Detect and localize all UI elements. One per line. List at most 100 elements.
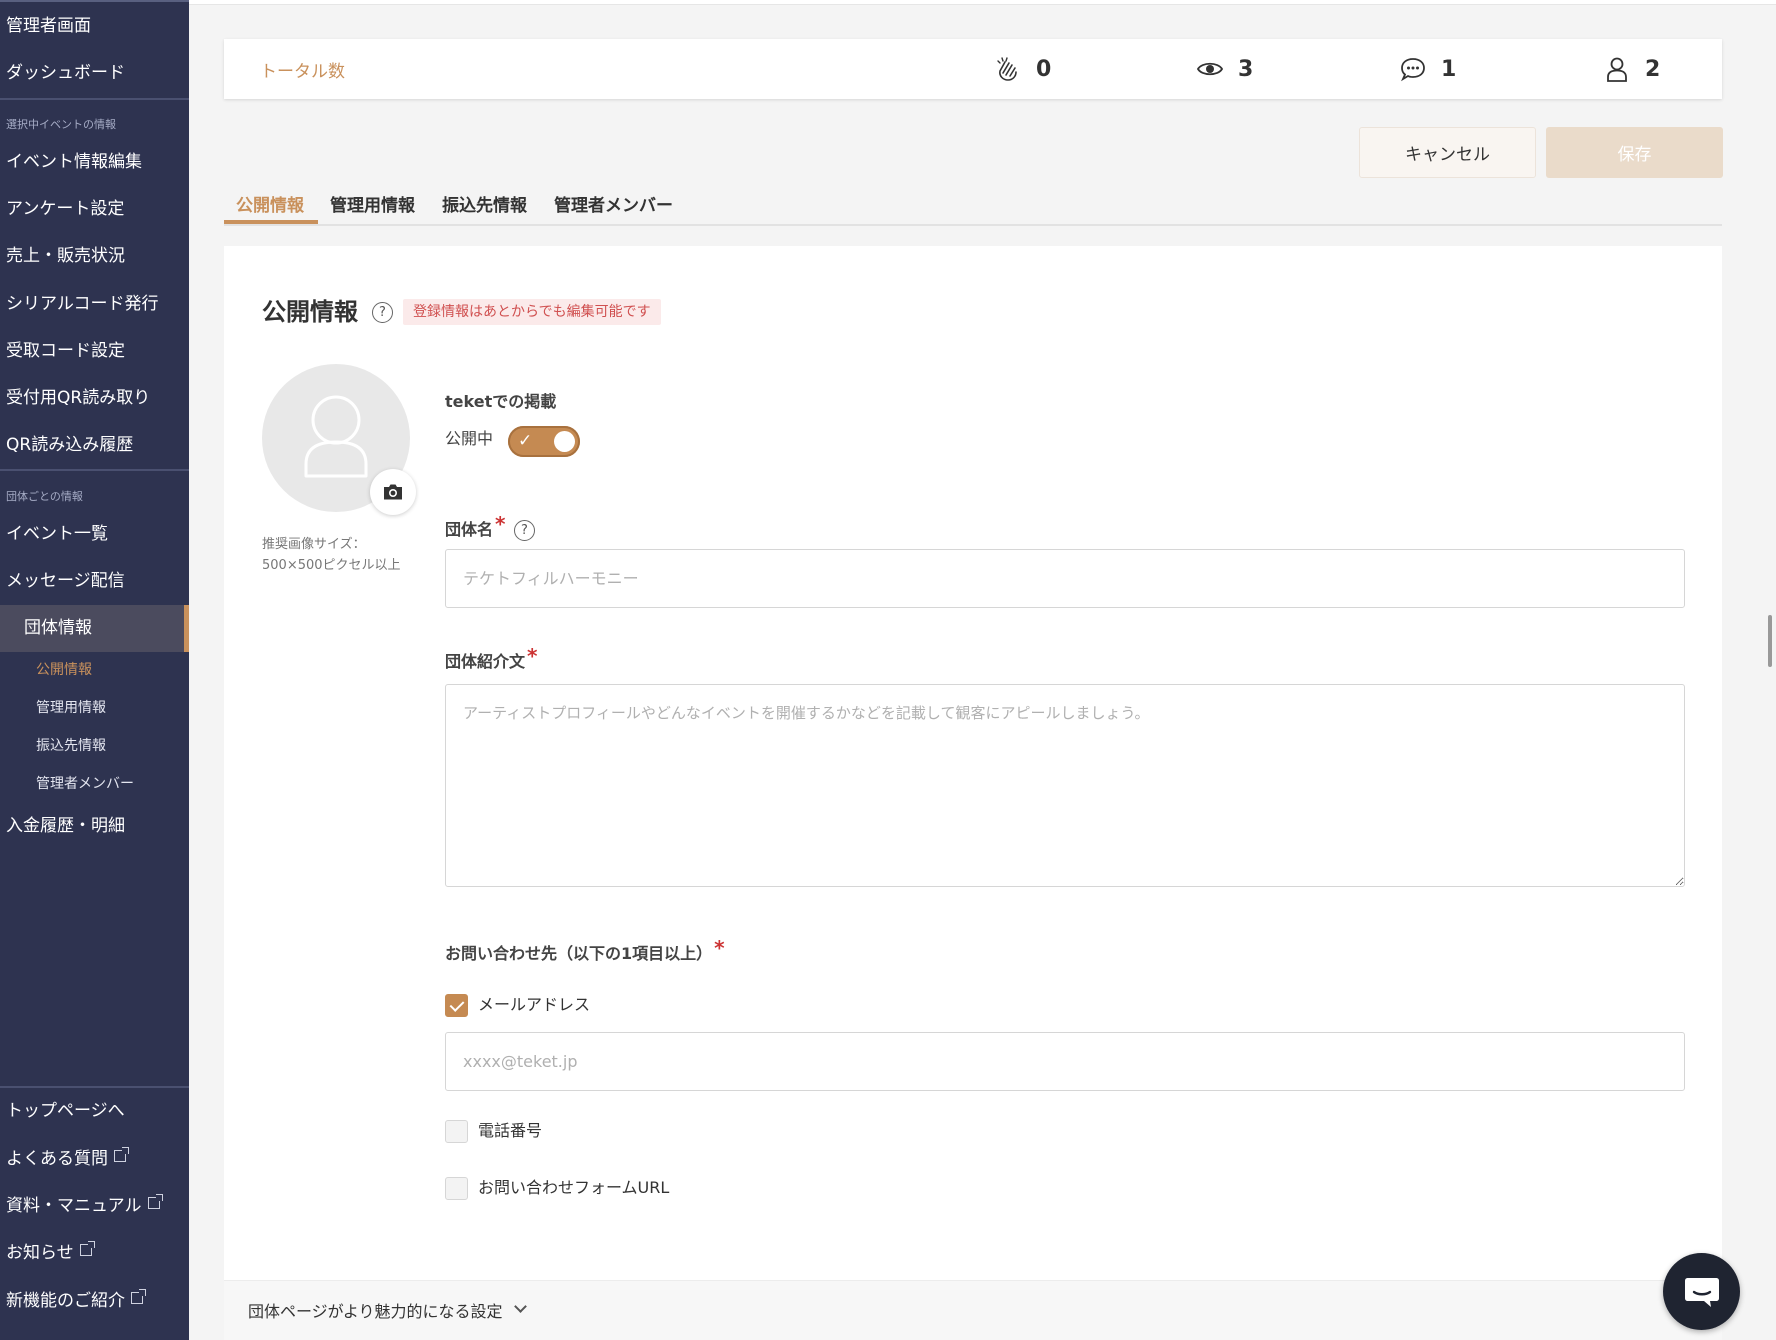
stat-value: 2	[1645, 56, 1661, 82]
section-title: 公開情報	[262, 298, 358, 326]
image-size-note: 推奨画像サイズ： 500×500ピクセル以上	[262, 534, 401, 576]
sidebar-divider	[0, 469, 189, 471]
sidebar-item-label: よくある質問	[6, 1149, 108, 1169]
chat-bubble-icon	[1401, 58, 1425, 82]
external-link-icon	[131, 1289, 146, 1304]
intro-label: 団体紹介文 *	[445, 645, 537, 673]
sidebar-item-payments[interactable]: 入金履歴・明細	[0, 814, 189, 838]
sidebar-top-line	[0, 0, 189, 2]
camera-icon	[384, 484, 402, 500]
attractive-settings-accordion[interactable]: 団体ページがより魅力的になる設定	[224, 1280, 1722, 1340]
sidebar-divider	[0, 1086, 189, 1088]
sidebar-item-org-info[interactable]: 団体情報	[0, 605, 189, 652]
eye-icon	[1196, 62, 1224, 76]
toggle-knob	[554, 431, 575, 452]
phone-checkbox[interactable]	[445, 1120, 468, 1143]
stat-value: 1	[1441, 56, 1457, 82]
org-name-label-text: 団体名	[445, 520, 494, 539]
external-link-icon	[114, 1147, 129, 1162]
public-info-form: 公開情報 ? 登録情報はあとからでも編集可能です 推奨画像サイズ： 500×50…	[224, 246, 1722, 1340]
sidebar-item-qr-history[interactable]: QR読み込み履歴	[0, 433, 189, 457]
listing-label: teketでの掲載	[445, 392, 557, 411]
sidebar-subitem-public[interactable]: 公開情報	[36, 660, 92, 680]
sidebar-item-label: 資料・マニュアル	[6, 1196, 142, 1216]
sidebar-item-dashboard[interactable]: ダッシュボード	[0, 61, 189, 85]
sidebar-section-event: 選択中イベントの情報	[6, 118, 116, 131]
required-mark: *	[527, 644, 538, 668]
image-size-note-line: 推奨画像サイズ：	[262, 537, 366, 552]
tab-admin-members[interactable]: 管理者メンバー	[554, 194, 673, 218]
sidebar-divider	[0, 98, 189, 100]
tab-public-info[interactable]: 公開情報	[236, 194, 304, 218]
cancel-button[interactable]: キャンセル	[1359, 127, 1536, 178]
sidebar-subitem-members[interactable]: 管理者メンバー	[36, 774, 134, 794]
stat-views: 3	[1196, 53, 1253, 85]
sidebar-item-label: 団体情報	[24, 618, 92, 638]
active-tab-underline	[224, 220, 318, 224]
sidebar-item-manual[interactable]: 資料・マニュアル	[0, 1194, 189, 1218]
external-link-icon	[147, 1194, 163, 1209]
sidebar: 管理者画面 ダッシュボード 選択中イベントの情報 イベント情報編集 アンケート設…	[0, 0, 189, 1340]
sidebar-item-admin[interactable]: 管理者画面	[0, 14, 189, 38]
sidebar-item-message[interactable]: メッセージ配信	[0, 569, 189, 593]
email-input[interactable]	[445, 1032, 1685, 1091]
sidebar-subitem-bank[interactable]: 振込先情報	[36, 736, 106, 756]
active-indicator	[184, 605, 189, 652]
help-icon[interactable]: ?	[514, 520, 535, 541]
form-url-checkbox[interactable]	[445, 1177, 468, 1200]
sidebar-item-faq[interactable]: よくある質問	[0, 1147, 189, 1171]
stat-value: 0	[1036, 56, 1052, 82]
contact-label: お問い合わせ先（以下の1項目以上） *	[445, 937, 725, 965]
sidebar-item-top-page[interactable]: トップページへ	[0, 1099, 189, 1123]
sidebar-section-org: 団体ごとの情報	[6, 490, 83, 503]
help-icon[interactable]: ?	[372, 302, 393, 323]
required-mark: *	[714, 936, 725, 960]
org-name-label: 団体名 *	[445, 513, 505, 541]
sidebar-item-event-edit[interactable]: イベント情報編集	[0, 150, 189, 174]
sidebar-item-label: お知らせ	[6, 1243, 74, 1263]
org-name-input[interactable]	[445, 549, 1685, 608]
edit-note-badge: 登録情報はあとからでも編集可能です	[403, 299, 661, 325]
tab-bar: 公開情報 管理用情報 振込先情報 管理者メンバー	[224, 190, 1722, 226]
stat-comments: 1	[1399, 53, 1456, 85]
sidebar-item-serial-code[interactable]: シリアルコード発行	[0, 292, 189, 316]
totals-card: トータル数 0 3 1 2	[224, 39, 1722, 99]
top-strip	[189, 0, 1776, 5]
stat-value: 3	[1238, 56, 1254, 82]
email-checkbox-label[interactable]: メールアドレス	[478, 994, 590, 1016]
stat-members: 2	[1603, 53, 1660, 85]
sidebar-item-news[interactable]: お知らせ	[0, 1241, 189, 1265]
sidebar-item-event-list[interactable]: イベント一覧	[0, 522, 189, 546]
chat-icon	[1684, 1277, 1719, 1307]
person-icon	[1607, 57, 1627, 82]
intro-label-text: 団体紹介文	[445, 652, 526, 671]
totals-label: トータル数	[260, 62, 345, 82]
stat-clap: 0	[994, 53, 1051, 85]
sidebar-item-receive-code[interactable]: 受取コード設定	[0, 339, 189, 363]
accordion-label: 団体ページがより魅力的になる設定	[248, 1302, 503, 1321]
scrollbar-thumb[interactable]	[1768, 615, 1772, 667]
sidebar-item-sales[interactable]: 売上・販売状況	[0, 244, 189, 268]
save-button[interactable]: 保存	[1546, 127, 1723, 178]
sidebar-item-label: 新機能のご紹介	[6, 1291, 125, 1311]
tab-bank-info[interactable]: 振込先情報	[442, 194, 527, 218]
sidebar-item-new-features[interactable]: 新機能のご紹介	[0, 1289, 189, 1313]
tab-admin-info[interactable]: 管理用情報	[330, 194, 415, 218]
required-mark: *	[495, 512, 506, 536]
check-icon: ✓	[518, 431, 533, 451]
chat-support-button[interactable]	[1663, 1253, 1740, 1330]
image-size-note-line: 500×500ピクセル以上	[262, 558, 401, 573]
sidebar-subitem-admin-info[interactable]: 管理用情報	[36, 698, 106, 718]
sidebar-item-qr-scan[interactable]: 受付用QR読み取り	[0, 386, 189, 410]
contact-label-text: お問い合わせ先（以下の1項目以上）	[445, 944, 713, 963]
email-checkbox[interactable]	[445, 994, 468, 1017]
phone-checkbox-label[interactable]: 電話番号	[478, 1120, 542, 1142]
chevron-down-icon	[514, 1300, 527, 1313]
clap-icon	[997, 57, 1017, 81]
external-link-icon	[79, 1241, 95, 1256]
form-url-checkbox-label[interactable]: お問い合わせフォームURL	[478, 1177, 669, 1199]
intro-textarea[interactable]	[445, 684, 1685, 887]
publish-toggle[interactable]: ✓	[508, 426, 580, 457]
upload-photo-button[interactable]	[370, 469, 416, 515]
sidebar-item-survey[interactable]: アンケート設定	[0, 197, 189, 221]
